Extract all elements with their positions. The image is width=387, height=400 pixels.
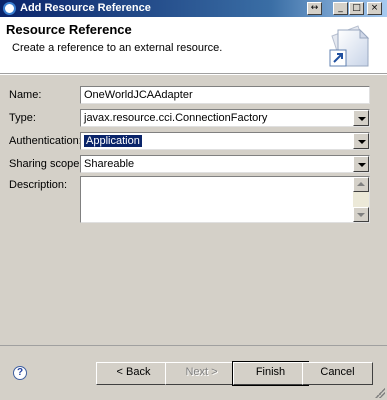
back-button[interactable]: < Back <box>96 362 171 385</box>
minimize-button[interactable]: _ <box>333 2 348 15</box>
help-icon[interactable]: ? <box>13 366 27 380</box>
restore-icon[interactable]: ↔ <box>307 2 322 15</box>
name-field[interactable]: OneWorldJCAAdapter <box>80 86 370 104</box>
wizard-banner-icon <box>329 25 370 67</box>
name-label: Name: <box>9 89 42 101</box>
maximize-button[interactable]: □ <box>349 2 364 15</box>
finish-button[interactable]: Finish <box>232 361 309 386</box>
chevron-down-icon[interactable] <box>353 110 369 126</box>
form-area: Name: OneWorldJCAAdapter Type: javax.res… <box>0 75 387 345</box>
button-bar: ? < Back Next > Finish Cancel <box>0 345 387 400</box>
description-label: Description: <box>9 179 68 191</box>
authentication-label: Authentication: <box>9 135 82 147</box>
description-textarea[interactable] <box>80 176 370 223</box>
page-description: Create a reference to an external resour… <box>12 42 223 54</box>
sharing-scope-value: Shareable <box>84 158 135 170</box>
resize-grip[interactable] <box>375 388 385 398</box>
app-icon <box>3 2 16 15</box>
sharing-scope-dropdown[interactable]: Shareable <box>80 155 370 173</box>
window-title-bar[interactable]: Add Resource Reference ↔ _ □ × <box>0 0 387 17</box>
type-label: Type: <box>9 112 36 124</box>
scroll-up-icon[interactable] <box>353 177 369 192</box>
chevron-down-icon[interactable] <box>353 133 369 149</box>
page-title: Resource Reference <box>6 22 132 37</box>
description-scrollbar[interactable] <box>353 177 369 222</box>
window-title: Add Resource Reference <box>20 2 151 14</box>
scroll-down-icon[interactable] <box>353 207 369 222</box>
sharing-scope-label: Sharing scope: <box>9 158 83 170</box>
chevron-down-icon[interactable] <box>353 156 369 172</box>
next-button[interactable]: Next > <box>165 362 238 385</box>
type-dropdown[interactable]: javax.resource.cci.ConnectionFactory <box>80 109 370 127</box>
close-button[interactable]: × <box>367 2 382 15</box>
authentication-dropdown[interactable]: Application <box>80 132 370 150</box>
type-value: javax.resource.cci.ConnectionFactory <box>84 112 268 124</box>
wizard-header: Resource Reference Create a reference to… <box>0 17 387 74</box>
cancel-button[interactable]: Cancel <box>302 362 373 385</box>
authentication-value: Application <box>83 134 143 148</box>
